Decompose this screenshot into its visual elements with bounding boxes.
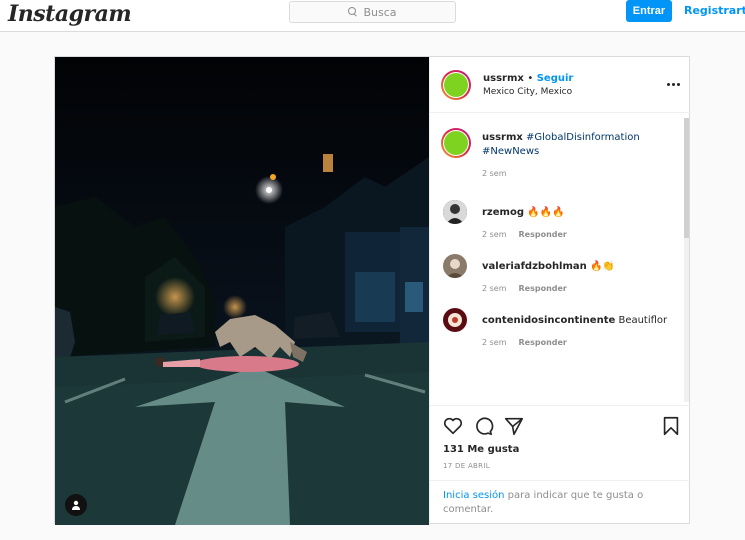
follow-button[interactable]: Seguir bbox=[537, 73, 574, 84]
login-prompt: Inicia sesión para indicar que te gusta … bbox=[430, 480, 691, 525]
comment-time[interactable]: 2 sem bbox=[482, 284, 507, 293]
post-actions bbox=[430, 415, 691, 445]
comment-meta: 2 sem Responder bbox=[482, 284, 567, 293]
scrollbar-thumb[interactable] bbox=[684, 118, 689, 238]
post-sidebar: ussrmx • Seguir Mexico City, Mexico ussr… bbox=[429, 57, 691, 525]
comment-body: 🔥👏 bbox=[589, 261, 615, 272]
post-card: ussrmx • Seguir Mexico City, Mexico ussr… bbox=[54, 56, 691, 525]
likes-count[interactable]: 131 Me gusta bbox=[443, 444, 519, 455]
comment-time[interactable]: 2 sem bbox=[482, 230, 507, 239]
bookmark-icon[interactable] bbox=[660, 415, 682, 437]
search-placeholder: Busca bbox=[363, 5, 397, 19]
register-link[interactable]: Registrarte bbox=[684, 4, 745, 17]
caption-time[interactable]: 2 sem bbox=[482, 169, 507, 178]
tagged-users-button[interactable] bbox=[65, 494, 87, 516]
comment-text: valeriafdzbohlman 🔥👏 bbox=[482, 260, 672, 274]
night-street-photo bbox=[55, 57, 429, 525]
commenter-avatar[interactable] bbox=[443, 308, 467, 332]
top-navbar: Instagram Busca Entrar Registrarte bbox=[0, 0, 745, 32]
caption-username[interactable]: ussrmx bbox=[482, 132, 523, 143]
comment-text: contenidosincontinente Beautiflor bbox=[482, 314, 672, 328]
comment-body: Beautiflor bbox=[618, 315, 668, 326]
caption-text: ussrmx #GlobalDisinformation #NewNews bbox=[482, 131, 672, 159]
caption-avatar[interactable] bbox=[441, 128, 471, 158]
login-link[interactable]: Inicia sesión bbox=[443, 490, 504, 501]
post-date[interactable]: 17 DE ABRIL bbox=[443, 462, 490, 470]
comments-scrollbar[interactable] bbox=[684, 118, 689, 402]
post-header: ussrmx • Seguir Mexico City, Mexico bbox=[430, 57, 691, 113]
author-avatar[interactable] bbox=[441, 70, 471, 100]
more-horizontal-icon[interactable] bbox=[667, 79, 681, 89]
comment-meta: 2 sem Responder bbox=[482, 338, 567, 347]
reply-button[interactable]: Responder bbox=[519, 338, 567, 347]
heart-icon[interactable] bbox=[442, 415, 464, 437]
comments-section: ussrmx #GlobalDisinformation #NewNews 2 … bbox=[430, 114, 691, 406]
reply-button[interactable]: Responder bbox=[519, 230, 567, 239]
comment-body: 🔥🔥🔥 bbox=[527, 207, 565, 218]
share-icon[interactable] bbox=[503, 415, 525, 437]
comment-text: rzemog 🔥🔥🔥 bbox=[482, 206, 672, 220]
author-username[interactable]: ussrmx bbox=[483, 73, 524, 84]
user-icon bbox=[72, 500, 80, 510]
post-location[interactable]: Mexico City, Mexico bbox=[483, 87, 572, 97]
login-button[interactable]: Entrar bbox=[626, 0, 672, 22]
author-line: ussrmx • Seguir bbox=[483, 73, 573, 84]
comment-icon[interactable] bbox=[472, 415, 494, 437]
search-icon bbox=[348, 7, 358, 17]
separator-dot: • bbox=[527, 73, 534, 84]
comment-meta: 2 sem Responder bbox=[482, 230, 567, 239]
post-photo[interactable] bbox=[55, 57, 429, 525]
commenter-avatar[interactable] bbox=[443, 254, 467, 278]
commenter-avatar[interactable] bbox=[443, 200, 467, 224]
comment-time[interactable]: 2 sem bbox=[482, 338, 507, 347]
comment-username[interactable]: contenidosincontinente bbox=[482, 315, 615, 326]
search-input[interactable]: Busca bbox=[289, 1, 456, 23]
caption-meta: 2 sem bbox=[482, 169, 507, 178]
reply-button[interactable]: Responder bbox=[519, 284, 567, 293]
hashtag-link[interactable]: #GlobalDisinformation bbox=[526, 132, 640, 143]
hashtag-link[interactable]: #NewNews bbox=[482, 146, 539, 157]
comment-username[interactable]: valeriafdzbohlman bbox=[482, 261, 587, 272]
comment-username[interactable]: rzemog bbox=[482, 207, 524, 218]
instagram-logo[interactable]: Instagram bbox=[8, 1, 132, 27]
